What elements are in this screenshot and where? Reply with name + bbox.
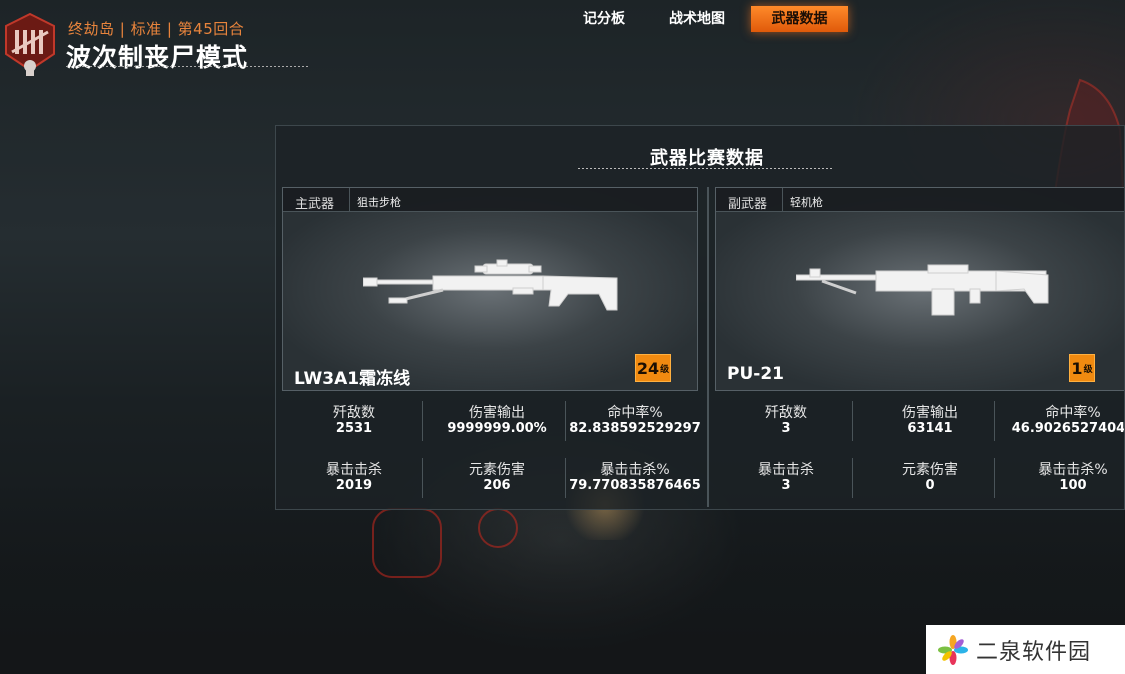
weapon-stats-panel: 武器比赛数据 主武器 狙击步枪 LW3A1霜冻线 24 级 副武器 轻机枪 PU…	[275, 125, 1125, 510]
stat-crit-percent: 暴击击杀% 100	[998, 462, 1124, 494]
stat-accuracy: 命中率% 82.838592529297	[565, 405, 705, 437]
stat-value: 206	[483, 478, 511, 493]
stat-label: 歼敌数	[333, 405, 375, 421]
header-divider	[782, 188, 783, 212]
stat-label: 暴击击杀	[326, 462, 382, 478]
stat-value: 9999999.00%	[447, 421, 547, 436]
tab-weapon-data[interactable]: 武器数据	[751, 6, 848, 32]
weapon-name: PU-21	[727, 364, 784, 384]
light-machine-gun-icon	[796, 264, 1049, 316]
tab-tactical-map[interactable]: 战术地图	[652, 6, 742, 32]
weapon-type-label: 轻机枪	[790, 196, 823, 209]
stat-accuracy: 命中率% 46.90265274047	[998, 405, 1125, 437]
stat-value: 2019	[335, 478, 373, 493]
stat-label: 暴击击杀	[758, 462, 814, 478]
site-watermark: 二泉软件园	[926, 625, 1125, 674]
sniper-rifle-icon	[363, 259, 618, 311]
weapon-level-badge: 1级	[1069, 354, 1095, 382]
stat-kills: 歼敌数 3	[716, 405, 856, 437]
stat-label: 歼敌数	[765, 405, 807, 421]
stat-value: 100	[1059, 478, 1087, 493]
stat-label: 暴击击杀%	[1038, 462, 1108, 478]
stat-label: 元素伤害	[469, 462, 525, 478]
watermark-text: 二泉软件园	[976, 639, 1092, 665]
card-header: 副武器 轻机枪	[716, 188, 1124, 212]
pinwheel-logo-icon	[938, 634, 968, 665]
stat-value: 3	[781, 478, 791, 493]
level-unit: 级	[1083, 364, 1093, 375]
zombie-silhouette	[478, 508, 518, 548]
stat-kills: 歼敌数 2531	[284, 405, 424, 437]
level-number: 1	[1071, 358, 1083, 378]
stat-crit-kills: 暴击击杀 2019	[284, 462, 424, 494]
panel-title: 武器比赛数据	[650, 148, 764, 169]
stat-value: 2531	[335, 421, 373, 436]
stat-crit-kills: 暴击击杀 3	[716, 462, 856, 494]
title-underline	[66, 66, 308, 67]
card-header: 主武器 狙击步枪	[283, 188, 697, 212]
stat-value: 46.90265274047	[1011, 421, 1125, 436]
header-divider	[349, 188, 350, 212]
stat-divider	[852, 401, 853, 441]
stat-label: 元素伤害	[902, 462, 958, 478]
stat-label: 命中率%	[607, 405, 663, 421]
level-unit: 级	[660, 364, 670, 375]
mode-emblem-icon	[2, 12, 58, 78]
stat-label: 暴击击杀%	[600, 462, 670, 478]
stat-damage: 伤害输出 63141	[860, 405, 1000, 437]
stat-divider	[994, 458, 995, 498]
weapon-level-badge: 24 级	[635, 354, 671, 382]
stat-label: 伤害输出	[902, 405, 958, 421]
stat-label: 伤害输出	[469, 405, 525, 421]
weapon-type-label: 狙击步枪	[357, 196, 401, 209]
stat-element-damage: 元素伤害 206	[427, 462, 567, 494]
stat-crit-percent: 暴击击杀% 79.770835876465	[565, 462, 705, 494]
stat-divider	[422, 401, 423, 441]
slot-label: 副武器	[728, 197, 768, 212]
secondary-weapon-card[interactable]: 副武器 轻机枪 PU-21 1级	[715, 187, 1124, 391]
mode-subtitle: 终劫岛 | 标准 | 第45回合	[68, 20, 245, 38]
level-number: 24	[636, 358, 660, 378]
stat-damage: 伤害输出 9999999.00%	[427, 405, 567, 437]
stat-divider	[852, 458, 853, 498]
stat-value: 3	[781, 421, 791, 436]
primary-weapon-card[interactable]: 主武器 狙击步枪 LW3A1霜冻线 24 级	[282, 187, 698, 391]
stat-divider	[422, 458, 423, 498]
stat-element-damage: 元素伤害 0	[860, 462, 1000, 494]
panel-title-underline	[578, 168, 834, 169]
mode-title: 波次制丧尸模式	[66, 43, 249, 72]
slot-label: 主武器	[295, 197, 335, 212]
zombie-silhouette	[372, 508, 442, 578]
stat-label: 命中率%	[1045, 405, 1101, 421]
stat-divider	[994, 401, 995, 441]
weapon-name: LW3A1霜冻线	[294, 369, 411, 389]
tab-scoreboard[interactable]: 记分板	[566, 6, 642, 32]
stat-value: 79.770835876465	[569, 478, 701, 493]
stat-value: 0	[925, 478, 935, 493]
stat-value: 82.838592529297	[569, 421, 701, 436]
stat-value: 63141	[907, 421, 953, 436]
column-divider	[707, 187, 709, 507]
